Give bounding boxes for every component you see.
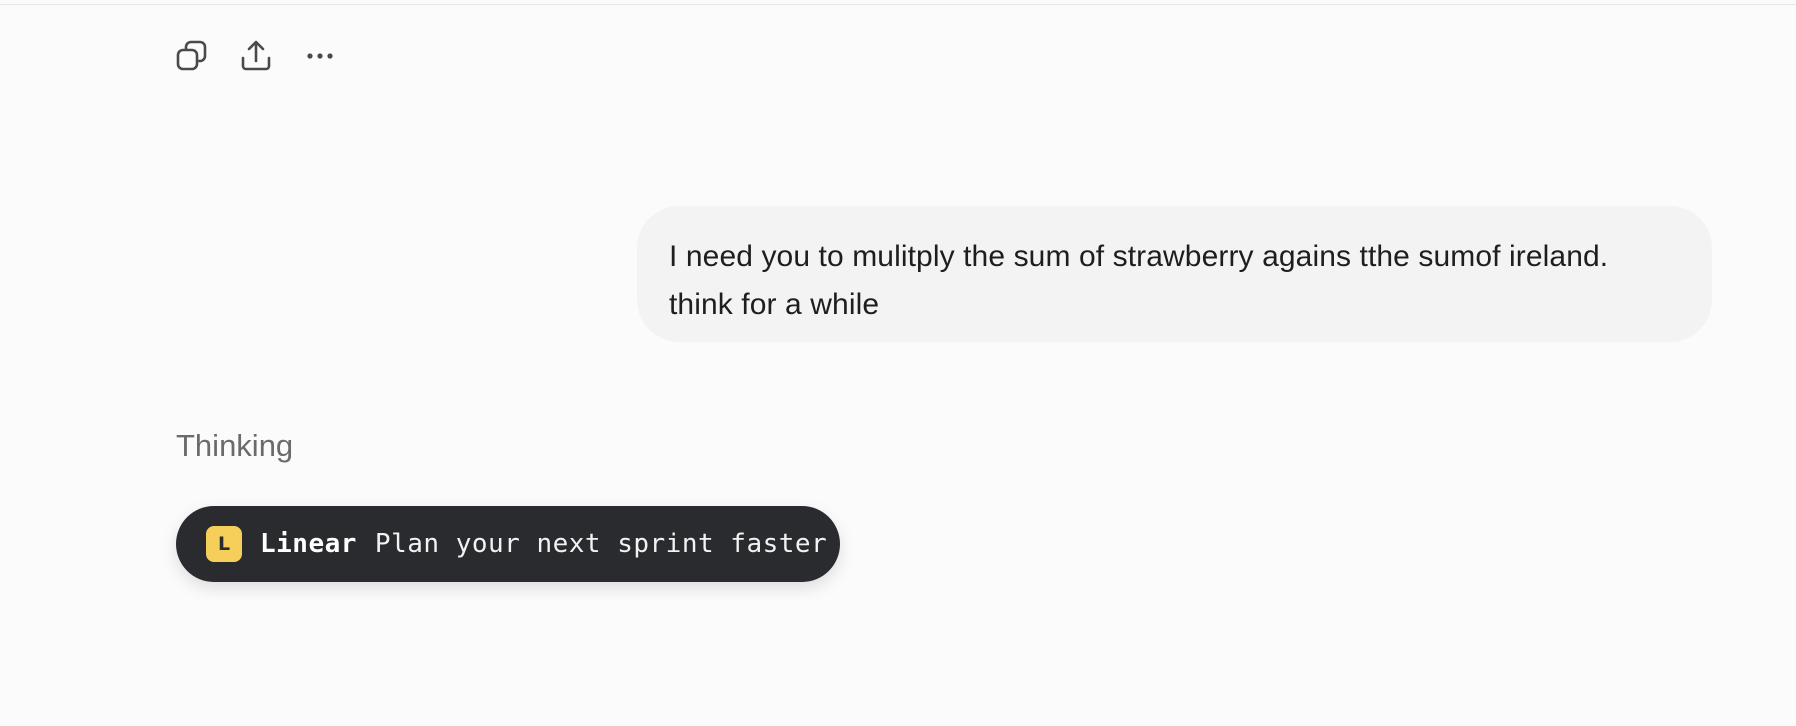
message-toolbar <box>172 36 340 76</box>
user-message-bubble: I need you to mulitply the sum of strawb… <box>637 206 1712 342</box>
linear-logo-icon: L <box>206 526 242 562</box>
more-button[interactable] <box>300 36 340 76</box>
user-message-text: I need you to mulitply the sum of strawb… <box>669 240 1609 321</box>
ad-brand-name: Linear <box>260 529 357 559</box>
share-icon <box>241 40 271 71</box>
ad-tagline: Plan your next sprint faster <box>374 529 828 559</box>
copy-button[interactable] <box>172 36 212 76</box>
top-divider <box>0 0 1796 5</box>
share-button[interactable] <box>236 36 276 76</box>
thinking-status: Thinking <box>176 428 294 463</box>
more-icon <box>307 53 333 59</box>
copy-icon <box>176 40 207 71</box>
sponsored-ad-pill[interactable]: L Linear Plan your next sprint faster <box>176 506 840 582</box>
